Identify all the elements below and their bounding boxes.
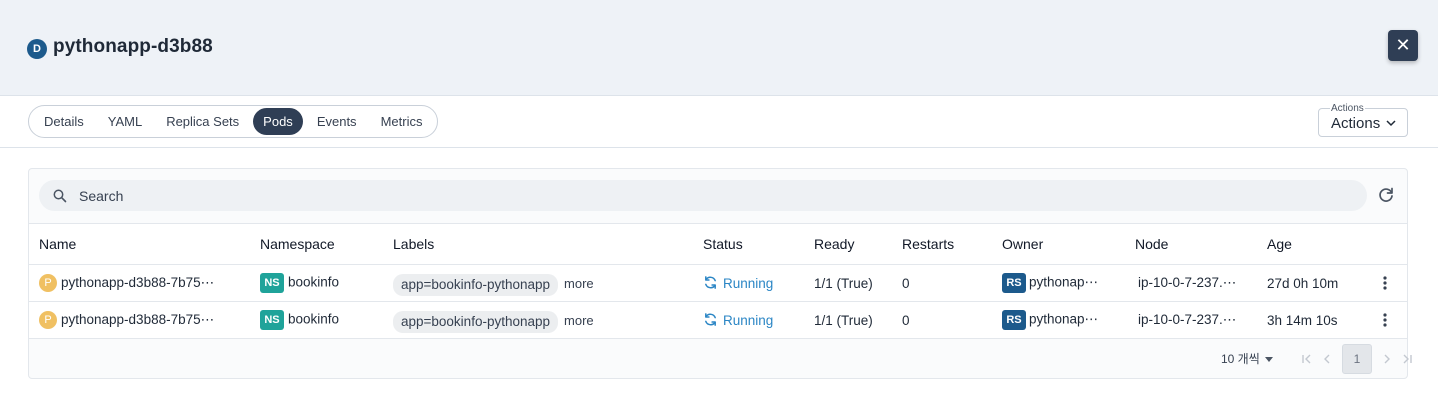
label-chip: app=bookinfo-pythonapp [393,310,559,333]
replicaset-badge: RS [1002,273,1026,293]
table-row[interactable]: Ppythonapp-d3b88-7b75⋯ NS bookinfo app=bo… [29,264,1407,302]
first-page-icon[interactable] [1297,344,1317,374]
actions-dropdown[interactable]: Actions Actions [1318,103,1408,137]
labels-cell: app=bookinfo-pythonapp more [383,301,693,339]
tab-events[interactable]: Events [307,108,367,135]
namespace-badge: NS [260,273,284,293]
status-text: Running [723,312,774,328]
caret-down-icon [1264,357,1273,363]
next-page-icon[interactable] [1377,344,1397,374]
status-text: Running [723,275,774,291]
sync-icon [705,313,716,327]
column-header-namespace[interactable]: Namespace [250,223,383,265]
pod-name-cell[interactable]: Ppythonapp-d3b88-7b75⋯ [29,264,250,302]
node-cell: ip-10-0-7-237.⋯ [1125,301,1257,339]
restarts-cell: 0 [892,264,992,302]
pod-kind-badge: P [39,311,57,329]
labels-more-link[interactable]: more [564,276,594,291]
page-title: pythonapp-d3b88 [53,36,213,57]
status-cell: Running [693,264,804,302]
tab-pods[interactable]: Pods [253,108,303,135]
node-link[interactable]: ip-10-0-7-237.⋯ [1138,275,1236,290]
actions-floating-label: Actions [1330,103,1365,115]
node-link[interactable]: ip-10-0-7-237.⋯ [1138,312,1236,327]
tab-metrics[interactable]: Metrics [371,108,433,135]
restarts-cell: 0 [892,301,992,339]
row-menu-cell [1367,301,1407,339]
column-header-labels[interactable]: Labels [383,223,693,265]
age-cell: 3h 14m 10s [1257,301,1367,339]
page-size-value: 10 개씩 [1221,352,1260,366]
column-header-owner[interactable]: Owner [992,223,1125,265]
ready-cell: 1/1 (True) [804,301,892,339]
namespace-link[interactable]: bookinfo [288,275,339,290]
column-header-name[interactable]: Name [29,223,250,265]
namespace-link[interactable]: bookinfo [288,312,339,327]
owner-cell: RS pythonap⋯ [992,264,1125,302]
last-page-icon[interactable] [1397,344,1417,374]
namespace-badge: NS [260,310,284,330]
namespace-cell: NS bookinfo [250,301,383,339]
tab-yaml[interactable]: YAML [98,108,152,135]
table-footer: 10 개씩 1 [29,339,1412,379]
page-size-select[interactable]: 10 개씩 [1221,350,1273,367]
more-vertical-icon[interactable] [1377,312,1393,328]
column-header-age[interactable]: Age [1257,223,1367,265]
table-header-row: Name Namespace Labels Status Ready Resta… [29,223,1407,265]
column-header-status[interactable]: Status [693,223,804,265]
pod-kind-badge: P [39,274,57,292]
search-input[interactable] [79,180,1349,211]
tab-group: Details YAML Replica Sets Pods Events Me… [28,105,439,138]
current-page-button[interactable]: 1 [1342,344,1372,374]
owner-link[interactable]: pythonap⋯ [1029,275,1098,290]
pod-name-link[interactable]: pythonapp-d3b88-7b75⋯ [61,275,214,291]
actions-label: Actions [1331,115,1381,132]
replicaset-badge: RS [1002,310,1026,330]
tab-toolbar: Details YAML Replica Sets Pods Events Me… [0,97,1438,148]
pagination: 1 [1297,344,1417,374]
column-header-node[interactable]: Node [1125,223,1257,265]
node-cell: ip-10-0-7-237.⋯ [1125,264,1257,302]
search-bar [39,180,1367,211]
previous-page-icon[interactable] [1317,344,1337,374]
label-chip: app=bookinfo-pythonapp [393,273,559,296]
status-cell: Running [693,301,804,339]
drawer-header: D pythonapp-d3b88 ✕ [0,0,1438,96]
more-vertical-icon[interactable] [1377,275,1393,291]
close-icon: ✕ [1395,35,1411,55]
deployment-kind-badge: D [27,39,47,59]
owner-link[interactable]: pythonap⋯ [1029,312,1098,327]
search-icon [53,189,67,203]
pods-panel: Name Namespace Labels Status Ready Resta… [28,168,1412,379]
age-cell: 27d 0h 10m [1257,264,1367,302]
table-row[interactable]: Ppythonapp-d3b88-7b75⋯ NS bookinfo app=bo… [29,301,1407,339]
tab-details[interactable]: Details [34,108,94,135]
owner-cell: RS pythonap⋯ [992,301,1125,339]
refresh-icon[interactable] [1377,186,1395,204]
column-header-ready[interactable]: Ready [804,223,892,265]
close-button[interactable]: ✕ [1388,30,1418,61]
sync-icon [705,276,716,290]
row-menu-cell [1367,264,1407,302]
pod-name-cell[interactable]: Ppythonapp-d3b88-7b75⋯ [29,301,250,339]
column-header-menu [1367,223,1407,265]
namespace-cell: NS bookinfo [250,264,383,302]
pod-name-link[interactable]: pythonapp-d3b88-7b75⋯ [61,312,214,328]
labels-cell: app=bookinfo-pythonapp more [383,264,693,302]
labels-more-link[interactable]: more [564,313,594,328]
column-header-restarts[interactable]: Restarts [892,223,992,265]
pods-table: Name Namespace Labels Status Ready Resta… [29,223,1407,339]
ready-cell: 1/1 (True) [804,264,892,302]
tab-replica-sets[interactable]: Replica Sets [156,108,249,135]
chevron-down-icon [1386,120,1396,127]
